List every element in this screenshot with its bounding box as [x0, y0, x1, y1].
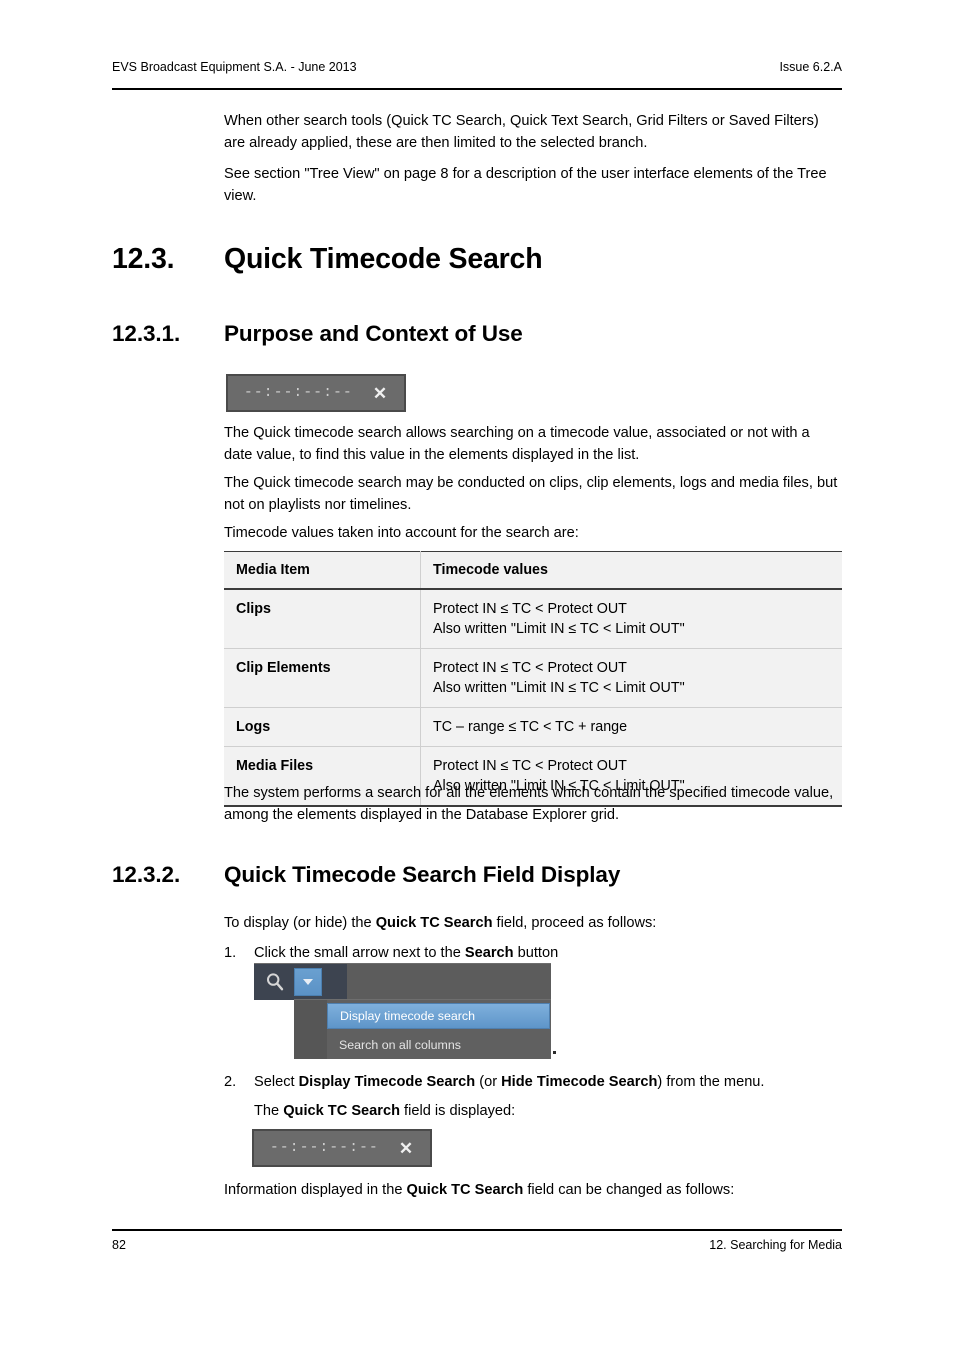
step-2-text-b: (or [475, 1074, 502, 1090]
closing-bold: Quick TC Search [406, 1182, 524, 1198]
quick-tc-search-field-figure-2[interactable]: --:--:--:-- ✕ [252, 1129, 432, 1167]
table-header-row: Media Item Timecode values [224, 551, 842, 590]
cell-line: Also written "Limit IN ≤ TC < Limit OUT" [433, 621, 685, 637]
step-2-text-a: Select [254, 1074, 299, 1090]
step-2: 2. Select Display Timecode Search (or Hi… [224, 1072, 842, 1094]
menu-item-search-on-all-columns[interactable]: Search on all columns [327, 1032, 551, 1058]
column-header-media-item: Media Item [224, 551, 421, 590]
timecode-value: --:--:--:-- [244, 385, 353, 401]
step-1-marker: 1. [224, 945, 237, 961]
menu-item-label: Search on all columns [339, 1038, 461, 1052]
page-number: 82 [112, 1238, 126, 1252]
lead-in-bold: Quick TC Search [375, 915, 493, 931]
timecode-value: --:--:--:-- [270, 1140, 379, 1156]
heading-12-3-1-number: 12.3.1. [112, 321, 181, 346]
magnifier-icon [267, 973, 284, 991]
step-1-text-a: Click the small arrow next to the [254, 945, 465, 961]
footer-chapter-text: 12. Searching for Media [709, 1238, 842, 1252]
menu-item-label: Display timecode search [340, 1009, 475, 1023]
cell-media-item: Clip Elements [224, 648, 421, 708]
table-body: Clips Protect IN ≤ TC < Protect OUT Also… [224, 589, 842, 806]
step-2-bold-2: Hide Timecode Search [501, 1074, 658, 1090]
intro-paragraph-1: When other search tools (Quick TC Search… [224, 113, 819, 151]
table-header: Media Item Timecode values [224, 551, 842, 590]
section-12-3-1-paragraph-1: The Quick timecode search allows searchi… [224, 425, 810, 463]
header-left-text: EVS Broadcast Equipment S.A. - June 2013 [112, 60, 357, 74]
table-row: Logs TC – range ≤ TC < TC + range [224, 707, 843, 747]
closing-paragraph: Information displayed in the Quick TC Se… [224, 1180, 842, 1202]
section-12-3-1-paragraph-3: Timecode values taken into account for t… [224, 525, 579, 541]
step-1: 1. Click the small arrow next to the Sea… [224, 943, 842, 965]
page-footer: 82 12. Searching for Media [112, 1238, 842, 1252]
menu-item-display-timecode-search[interactable]: Display timecode search [327, 1003, 550, 1029]
footer-divider [112, 1229, 842, 1231]
search-dropdown-arrow-button[interactable] [294, 968, 322, 996]
step-2-text-c: ) from the menu. [657, 1074, 765, 1090]
step-2-bold-1: Display Timecode Search [298, 1074, 476, 1090]
field-displayed-text: The Quick TC Search field is displayed: [254, 1101, 842, 1123]
closing-text-a: Information displayed in the [224, 1182, 407, 1198]
field-displayed-text-a: The [254, 1103, 284, 1119]
heading-12-3-2-number: 12.3.2. [112, 862, 181, 887]
chevron-down-icon [303, 979, 313, 985]
figure-trailing-period [553, 1051, 556, 1054]
heading-12-3-title: Quick Timecode Search [224, 243, 543, 275]
timecode-values-table: Media Item Timecode values Clips Protect… [224, 551, 842, 807]
cell-media-item: Logs [224, 707, 421, 747]
cell-media-item: Clips [224, 589, 421, 649]
heading-12-3-1: 12.3.1. Purpose and Context of Use [112, 321, 852, 347]
cell-line: Protect IN ≤ TC < Protect OUT [433, 660, 627, 676]
cell-timecode-values: Protect IN ≤ TC < Protect OUT Also writt… [421, 589, 843, 649]
section-12-3-2-lead-in: To display (or hide) the Quick TC Search… [224, 913, 842, 935]
cell-timecode-values: TC – range ≤ TC < TC + range [421, 708, 843, 747]
field-displayed-bold: Quick TC Search [283, 1103, 400, 1119]
search-dropdown-menu: Display timecode search Search on all co… [294, 999, 551, 1059]
close-icon[interactable]: ✕ [373, 385, 387, 402]
heading-12-3-1-title: Purpose and Context of Use [224, 321, 523, 346]
field-displayed-text-b: field is displayed: [400, 1103, 516, 1119]
menu-icon-gutter [294, 1000, 327, 1059]
header-right-text: Issue 6.2.A [779, 60, 842, 74]
section-12-3-1-paragraph-2: The Quick timecode search may be conduct… [224, 475, 838, 513]
intro-paragraph-2: See section "Tree View" on page 8 for a … [224, 166, 827, 204]
toolbar-strip [254, 963, 551, 1000]
step-1-text: Click the small arrow next to the Search… [254, 943, 842, 965]
closing-text-b: field can be changed as follows: [523, 1182, 735, 1198]
step-1-bold: Search [464, 945, 514, 961]
quick-tc-search-field-figure-1[interactable]: --:--:--:-- ✕ [226, 374, 406, 412]
column-header-timecode-values: Timecode values [420, 551, 842, 590]
header-divider [112, 88, 842, 90]
table-row: Clips Protect IN ≤ TC < Protect OUT Also… [224, 589, 842, 649]
lead-in-text-a: To display (or hide) the [224, 915, 376, 931]
heading-12-3-2-title: Quick Timecode Search Field Display [224, 862, 621, 887]
heading-12-3-number: 12.3. [112, 243, 175, 275]
heading-12-3: 12.3. Quick Timecode Search [112, 243, 852, 276]
cell-line: Also written "Limit IN ≤ TC < Limit OUT" [433, 680, 685, 696]
step-2-text: Select Display Timecode Search (or Hide … [254, 1072, 842, 1094]
search-menu-screenshot: Display timecode search Search on all co… [254, 963, 556, 1059]
page-header: EVS Broadcast Equipment S.A. - June 2013… [112, 60, 842, 74]
cell-line: TC – range ≤ TC < TC + range [433, 719, 628, 735]
close-icon[interactable]: ✕ [399, 1140, 413, 1157]
cell-line: Protect IN ≤ TC < Protect OUT [433, 601, 627, 617]
document-page: EVS Broadcast Equipment S.A. - June 2013… [0, 0, 954, 1350]
cell-line: Protect IN ≤ TC < Protect OUT [433, 758, 627, 774]
search-button[interactable] [262, 969, 288, 995]
table-row: Clip Elements Protect IN ≤ TC < Protect … [224, 648, 843, 708]
cell-timecode-values: Protect IN ≤ TC < Protect OUT Also writt… [421, 649, 843, 708]
heading-12-3-2: 12.3.2. Quick Timecode Search Field Displ… [112, 862, 852, 888]
step-1-text-b: button [513, 945, 559, 961]
lead-in-text-b: field, proceed as follows: [492, 915, 657, 931]
section-12-3-1-paragraph-4: The system performs a search for all the… [224, 785, 834, 823]
step-2-marker: 2. [224, 1074, 237, 1090]
